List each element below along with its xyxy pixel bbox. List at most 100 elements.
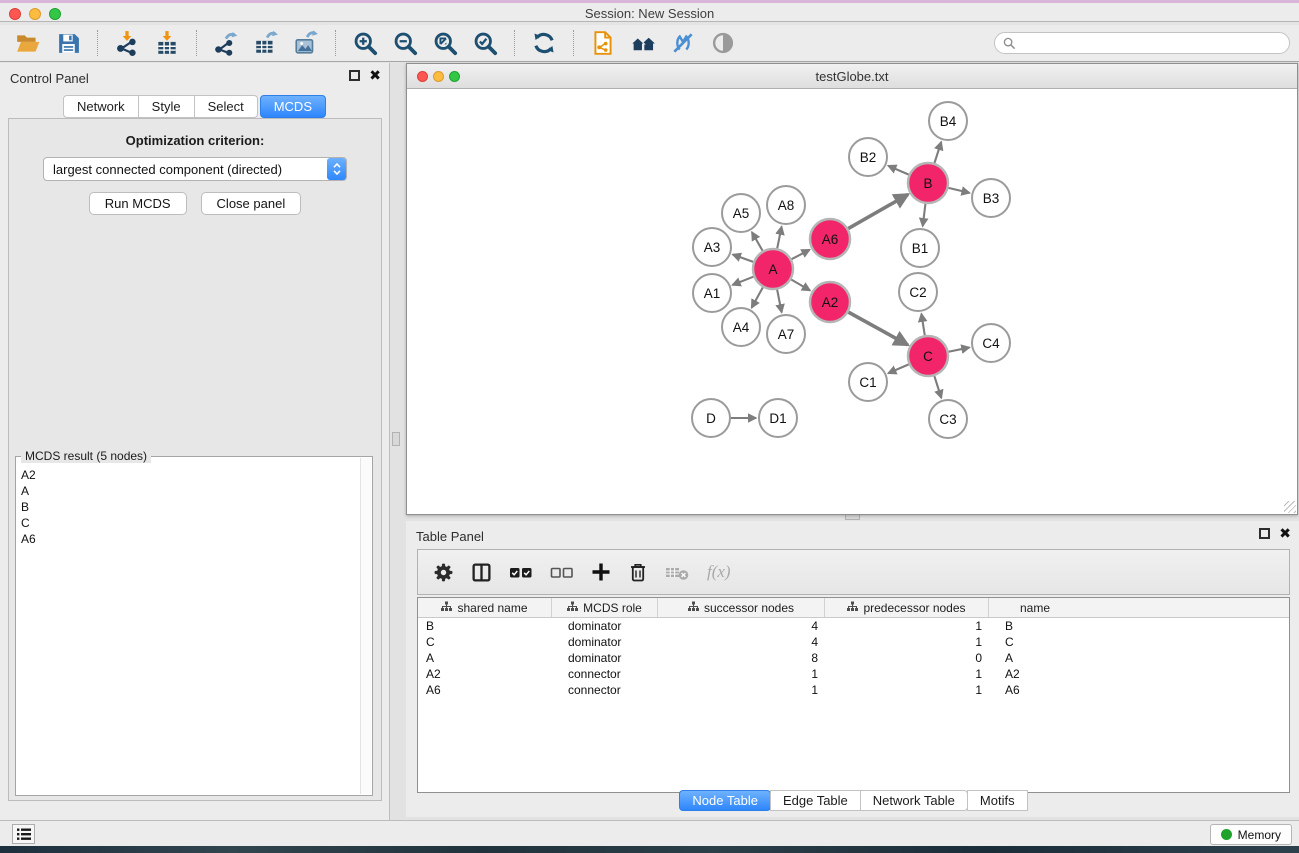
- export-image-icon[interactable]: [286, 27, 326, 59]
- node-A2[interactable]: A2: [810, 282, 850, 322]
- close-table-panel-icon[interactable]: ✖: [1279, 528, 1291, 539]
- node-C[interactable]: C: [908, 336, 948, 376]
- column-header-MCDS-role[interactable]: MCDS role: [552, 598, 658, 617]
- table-cell[interactable]: 1: [658, 666, 825, 682]
- table-row[interactable]: Cdominator41C: [418, 634, 1289, 650]
- edge-A6-B[interactable]: [848, 194, 908, 228]
- import-network-icon[interactable]: [107, 27, 147, 59]
- edge-C-C3[interactable]: [934, 376, 941, 398]
- save-session-icon[interactable]: [48, 27, 88, 59]
- edge-B-B1[interactable]: [923, 204, 926, 226]
- hide-graphics-details-icon[interactable]: [663, 27, 703, 59]
- table-cell[interactable]: 1: [825, 682, 989, 698]
- edge-A2-C[interactable]: [848, 312, 907, 345]
- table-cell[interactable]: 1: [825, 618, 989, 634]
- table-cell[interactable]: 1: [825, 634, 989, 650]
- node-D[interactable]: D: [692, 399, 730, 437]
- tab-mcds[interactable]: MCDS: [260, 95, 326, 118]
- node-C3[interactable]: C3: [929, 400, 967, 438]
- column-header-name[interactable]: name: [989, 598, 1081, 617]
- node-B4[interactable]: B4: [929, 102, 967, 140]
- table-cell[interactable]: B: [418, 618, 552, 634]
- node-A4[interactable]: A4: [722, 308, 760, 346]
- table-row[interactable]: Bdominator41B: [418, 618, 1289, 634]
- network-window-titlebar[interactable]: testGlobe.txt: [407, 64, 1297, 89]
- table-cell[interactable]: 4: [658, 618, 825, 634]
- edge-A-A2[interactable]: [791, 280, 810, 291]
- tab-network-table[interactable]: Network Table: [860, 790, 968, 811]
- tab-motifs[interactable]: Motifs: [967, 790, 1028, 811]
- result-item[interactable]: C: [21, 515, 354, 531]
- network-from-selection-icon[interactable]: [583, 27, 623, 59]
- table-cell[interactable]: 0: [825, 650, 989, 666]
- column-header-shared-name[interactable]: shared name: [418, 598, 552, 617]
- close-panel-button[interactable]: Close panel: [201, 192, 302, 215]
- result-item[interactable]: A: [21, 483, 354, 499]
- result-item[interactable]: B: [21, 499, 354, 515]
- tab-node-table[interactable]: Node Table: [679, 790, 771, 811]
- node-C1[interactable]: C1: [849, 363, 887, 401]
- import-table-icon[interactable]: [147, 27, 187, 59]
- float-table-panel-icon[interactable]: [1259, 528, 1270, 539]
- open-session-icon[interactable]: [8, 27, 48, 59]
- memory-button[interactable]: Memory: [1210, 824, 1292, 845]
- table-cell[interactable]: C: [989, 634, 1081, 650]
- node-D1[interactable]: D1: [759, 399, 797, 437]
- split-columns-icon[interactable]: [471, 562, 492, 583]
- column-header-successor-nodes[interactable]: successor nodes: [658, 598, 825, 617]
- column-header-predecessor-nodes[interactable]: predecessor nodes: [825, 598, 989, 617]
- tab-edge-table[interactable]: Edge Table: [770, 790, 861, 811]
- edge-B-B3[interactable]: [948, 188, 969, 193]
- table-cell[interactable]: 1: [658, 682, 825, 698]
- result-item[interactable]: A2: [21, 467, 354, 483]
- node-B1[interactable]: B1: [901, 229, 939, 267]
- table-cell[interactable]: C: [418, 634, 552, 650]
- node-B[interactable]: B: [908, 163, 948, 203]
- function-builder-icon[interactable]: f(x): [707, 562, 731, 582]
- tab-network[interactable]: Network: [63, 95, 139, 118]
- table-row[interactable]: A6connector11A6: [418, 682, 1289, 698]
- table-cell[interactable]: A: [418, 650, 552, 666]
- table-cell[interactable]: 1: [825, 666, 989, 682]
- zoom-selected-icon[interactable]: [465, 27, 505, 59]
- table-cell[interactable]: dominator: [552, 634, 658, 650]
- node-A8[interactable]: A8: [767, 186, 805, 224]
- search-input[interactable]: [1021, 35, 1281, 51]
- node-C4[interactable]: C4: [972, 324, 1010, 362]
- edge-A-A5[interactable]: [752, 232, 763, 251]
- search-field[interactable]: [994, 32, 1290, 54]
- node-A5[interactable]: A5: [722, 194, 760, 232]
- table-cell[interactable]: A2: [418, 666, 552, 682]
- node-A[interactable]: A: [753, 249, 793, 289]
- deselect-all-checkboxes-icon[interactable]: [550, 566, 574, 579]
- resize-grip[interactable]: [1284, 501, 1296, 513]
- edge-A-A7[interactable]: [777, 290, 782, 313]
- task-history-button[interactable]: [12, 824, 35, 844]
- edge-A-A4[interactable]: [752, 287, 763, 307]
- show-hide-panel-icon[interactable]: [703, 27, 743, 59]
- table-cell[interactable]: 4: [658, 634, 825, 650]
- tab-style[interactable]: Style: [138, 95, 195, 118]
- edge-A-A1[interactable]: [732, 277, 753, 285]
- node-A7[interactable]: A7: [767, 315, 805, 353]
- table-row[interactable]: Adominator80A: [418, 650, 1289, 666]
- node-A6[interactable]: A6: [810, 219, 850, 259]
- edge-A-A8[interactable]: [777, 227, 781, 249]
- table-cell[interactable]: B: [989, 618, 1081, 634]
- edge-B-B2[interactable]: [888, 166, 909, 175]
- node-table[interactable]: shared nameMCDS rolesuccessor nodesprede…: [417, 597, 1290, 793]
- zoom-fit-icon[interactable]: [425, 27, 465, 59]
- network-canvas[interactable]: B4B2BB3B1A5A8A6A3AA1C2A2A4A7C4CC1C3DD1: [407, 89, 1297, 514]
- table-cell[interactable]: A6: [418, 682, 552, 698]
- home-icon[interactable]: [623, 27, 663, 59]
- table-cell[interactable]: connector: [552, 682, 658, 698]
- table-cell[interactable]: dominator: [552, 618, 658, 634]
- edge-A-A3[interactable]: [733, 254, 754, 261]
- node-C2[interactable]: C2: [899, 273, 937, 311]
- node-A1[interactable]: A1: [693, 274, 731, 312]
- criterion-dropdown[interactable]: largest connected component (directed): [43, 157, 347, 181]
- edge-C-C2[interactable]: [921, 314, 924, 336]
- table-row[interactable]: A2connector11A2: [418, 666, 1289, 682]
- refresh-icon[interactable]: [524, 27, 564, 59]
- close-panel-icon[interactable]: ✖: [369, 70, 381, 81]
